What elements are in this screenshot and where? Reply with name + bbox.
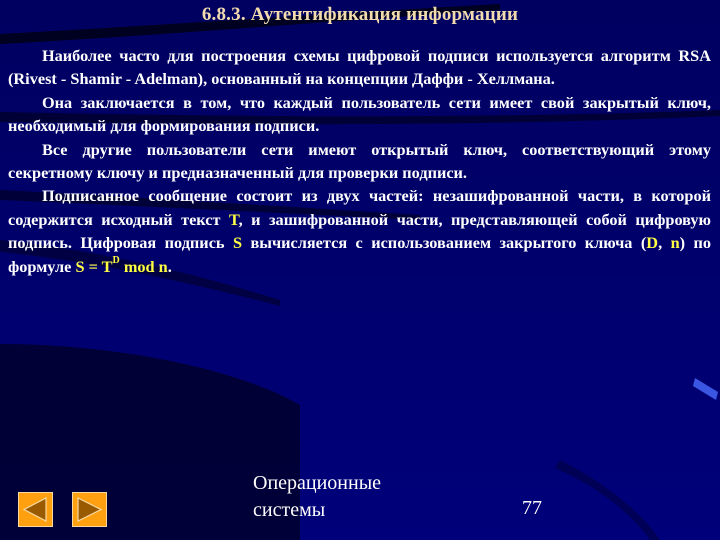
paragraph-text: Наиболее часто для построения схемы цифр…	[8, 46, 711, 89]
highlighted-term: mod n	[119, 256, 168, 276]
paragraph-text: Все другие пользователи сети имеют откры…	[8, 139, 711, 183]
paragraph: Все другие пользователи сети имеют откры…	[8, 138, 711, 185]
highlighted-term: D	[646, 233, 659, 253]
paragraph-text: ,	[658, 233, 671, 253]
paragraph-text: Она заключается в том, что каждый пользо…	[8, 92, 711, 136]
paragraph: Наиболее часто для построения схемы цифр…	[8, 44, 711, 91]
slide-body: Наиболее часто для построения схемы цифр…	[8, 44, 711, 278]
highlighted-term: S = T	[75, 256, 113, 276]
highlighted-term: S	[232, 233, 243, 253]
highlighted-term: D	[112, 255, 120, 267]
paragraph: Она заключается в том, что каждый пользо…	[8, 91, 711, 138]
slide-title: 6.8.3. Аутентификация информации	[201, 4, 519, 25]
page-number: 77	[522, 497, 542, 519]
paragraph-text: .	[167, 256, 172, 276]
footer-course-line-2: системы	[253, 499, 326, 521]
highlighted-term: n	[670, 233, 680, 253]
triangle-left-icon	[22, 497, 47, 522]
triangle-right-icon	[77, 497, 103, 522]
next-slide-button[interactable]	[72, 492, 107, 527]
prev-slide-button[interactable]	[18, 492, 53, 527]
highlighted-term: T	[228, 209, 239, 229]
footer-course-title: Операционные системы	[253, 470, 381, 524]
paragraph-text: вычисляется с использованием закрытого к…	[242, 233, 647, 253]
footer-course-line-1: Операционные	[253, 472, 382, 494]
paragraph: Подписанное сообщение состоит из двух ча…	[8, 184, 711, 278]
